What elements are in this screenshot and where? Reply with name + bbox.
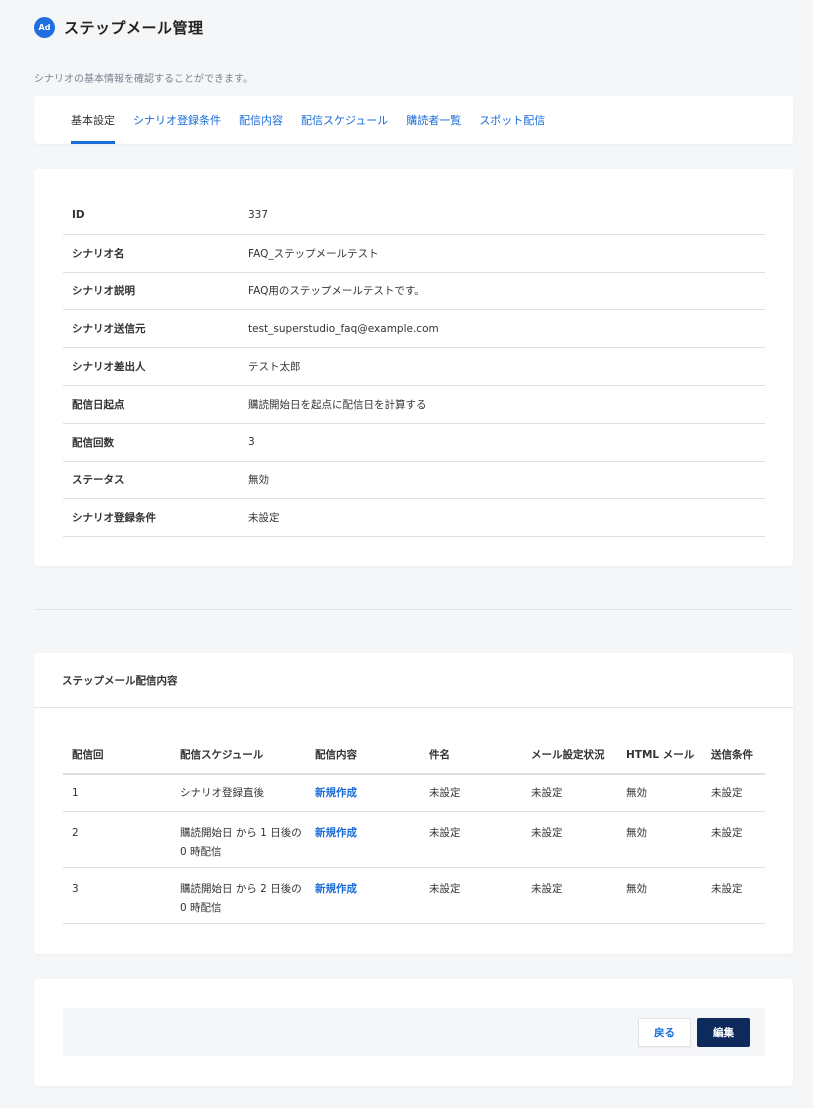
info-row-scenario-description: シナリオ説明 FAQ用のステップメールテストです。 <box>63 273 765 311</box>
section-divider <box>34 609 793 610</box>
cell-schedule: 購読開始日 から 2 日後の 0 時配信 <box>180 883 302 914</box>
cell-html: 無効 <box>626 786 647 799</box>
cell-subject: 未設定 <box>429 883 461 895</box>
info-label: ID <box>72 209 85 222</box>
info-label: 配信日起点 <box>72 398 125 411</box>
info-value: 337 <box>248 209 269 222</box>
column-header: 件名 <box>429 748 450 761</box>
create-content-link[interactable]: 新規作成 <box>315 787 357 799</box>
table-row: 3 購読開始日 から 2 日後の 0 時配信 新規作成 未設定 未設定 無効 未… <box>63 868 765 924</box>
cell-condition: 未設定 <box>711 883 743 895</box>
tab-basic-settings[interactable]: 基本設定 <box>71 96 115 144</box>
info-value: 未設定 <box>248 512 280 525</box>
step-mail-table: 配信回 配信スケジュール 配信内容 件名 メール設定状況 HTML メール 送信… <box>63 737 765 924</box>
column-header: 送信条件 <box>711 748 753 761</box>
cell-schedule: 購読開始日 から 1 日後の 0 時配信 <box>180 827 302 858</box>
info-row-delivery-count: 配信回数 3 <box>63 424 765 462</box>
action-bar: 戻る 編集 <box>63 1008 765 1056</box>
info-label: シナリオ差出人 <box>72 361 146 374</box>
info-row-registration-conditions: シナリオ登録条件 未設定 <box>63 499 765 538</box>
info-value: test_superstudio_faq@example.com <box>248 322 439 335</box>
tab-delivery-schedule[interactable]: 配信スケジュール <box>301 96 388 144</box>
info-row-delivery-start: 配信日起点 購読開始日を起点に配信日を計算する <box>63 386 765 424</box>
column-header: 配信スケジュール <box>180 748 264 761</box>
basic-info-table: ID 337 シナリオ名 FAQ_ステップメールテスト シナリオ説明 FAQ用の… <box>63 197 765 538</box>
info-label: シナリオ登録条件 <box>72 512 156 525</box>
create-content-link[interactable]: 新規作成 <box>315 827 357 839</box>
basic-info-card: ID 337 シナリオ名 FAQ_ステップメールテスト シナリオ説明 FAQ用の… <box>34 169 793 566</box>
info-row-status: ステータス 無効 <box>63 462 765 500</box>
page-header: Ad ステップメール管理 <box>34 17 204 38</box>
info-value: FAQ_ステップメールテスト <box>248 247 379 260</box>
tab-bar: 基本設定 シナリオ登録条件 配信内容 配信スケジュール 購読者一覧 スポット配信 <box>71 96 563 144</box>
cell-mail-status: 未設定 <box>531 786 563 799</box>
info-value: 無効 <box>248 474 269 487</box>
page-title: ステップメール管理 <box>64 19 204 37</box>
tab-delivery-content[interactable]: 配信内容 <box>239 96 283 144</box>
column-header: メール設定状況 <box>531 748 605 761</box>
table-header-row: 配信回 配信スケジュール 配信内容 件名 メール設定状況 HTML メール 送信… <box>63 737 765 775</box>
cell-num: 3 <box>72 883 79 895</box>
page-subtitle: シナリオの基本情報を確認することができます。 <box>34 74 253 85</box>
tab-spot-delivery[interactable]: スポット配信 <box>479 96 545 144</box>
tab-scenario-conditions[interactable]: シナリオ登録条件 <box>133 96 221 144</box>
info-row-sender-address: シナリオ送信元 test_superstudio_faq@example.com <box>63 310 765 349</box>
cell-mail-status: 未設定 <box>531 883 563 895</box>
action-card: 戻る 編集 <box>34 979 793 1086</box>
info-value: テスト太郎 <box>248 361 301 374</box>
section-title: ステップメール配信内容 <box>34 653 793 708</box>
cell-subject: 未設定 <box>429 786 461 799</box>
cell-html: 無効 <box>626 827 647 839</box>
tab-subscribers[interactable]: 購読者一覧 <box>406 96 461 144</box>
cell-num: 2 <box>72 827 79 839</box>
info-label: シナリオ説明 <box>72 285 135 298</box>
column-header: 配信回 <box>72 748 104 761</box>
step-mail-card: ステップメール配信内容 配信回 配信スケジュール 配信内容 件名 メール設定状況… <box>34 653 793 954</box>
tabs-card: 基本設定 シナリオ登録条件 配信内容 配信スケジュール 購読者一覧 スポット配信 <box>34 96 793 144</box>
info-label: 配信回数 <box>72 436 114 449</box>
edit-button[interactable]: 編集 <box>697 1018 750 1047</box>
info-label: シナリオ送信元 <box>72 323 146 336</box>
cell-subject: 未設定 <box>429 827 461 839</box>
info-value: FAQ用のステップメールテストです。 <box>248 285 425 298</box>
info-value: 購読開始日を起点に配信日を計算する <box>248 398 427 411</box>
cell-mail-status: 未設定 <box>531 827 563 839</box>
info-row-sender-name: シナリオ差出人 テスト太郎 <box>63 348 765 386</box>
column-header: 配信内容 <box>315 748 357 761</box>
cell-condition: 未設定 <box>711 827 743 839</box>
cell-condition: 未設定 <box>711 786 743 799</box>
column-header: HTML メール <box>626 748 695 761</box>
cell-html: 無効 <box>626 883 647 895</box>
info-label: シナリオ名 <box>72 247 125 260</box>
info-value: 3 <box>248 436 255 449</box>
cell-num: 1 <box>72 786 79 799</box>
table-row: 2 購読開始日 から 1 日後の 0 時配信 新規作成 未設定 未設定 無効 未… <box>63 812 765 868</box>
create-content-link[interactable]: 新規作成 <box>315 883 357 895</box>
back-button[interactable]: 戻る <box>638 1018 691 1047</box>
info-label: ステータス <box>72 474 125 487</box>
cell-schedule: シナリオ登録直後 <box>180 786 264 799</box>
table-row: 1 シナリオ登録直後 新規作成 未設定 未設定 無効 未設定 <box>63 775 765 812</box>
app-logo-icon: Ad <box>34 17 55 38</box>
info-row-scenario-name: シナリオ名 FAQ_ステップメールテスト <box>63 235 765 273</box>
info-row-id: ID 337 <box>63 197 765 235</box>
